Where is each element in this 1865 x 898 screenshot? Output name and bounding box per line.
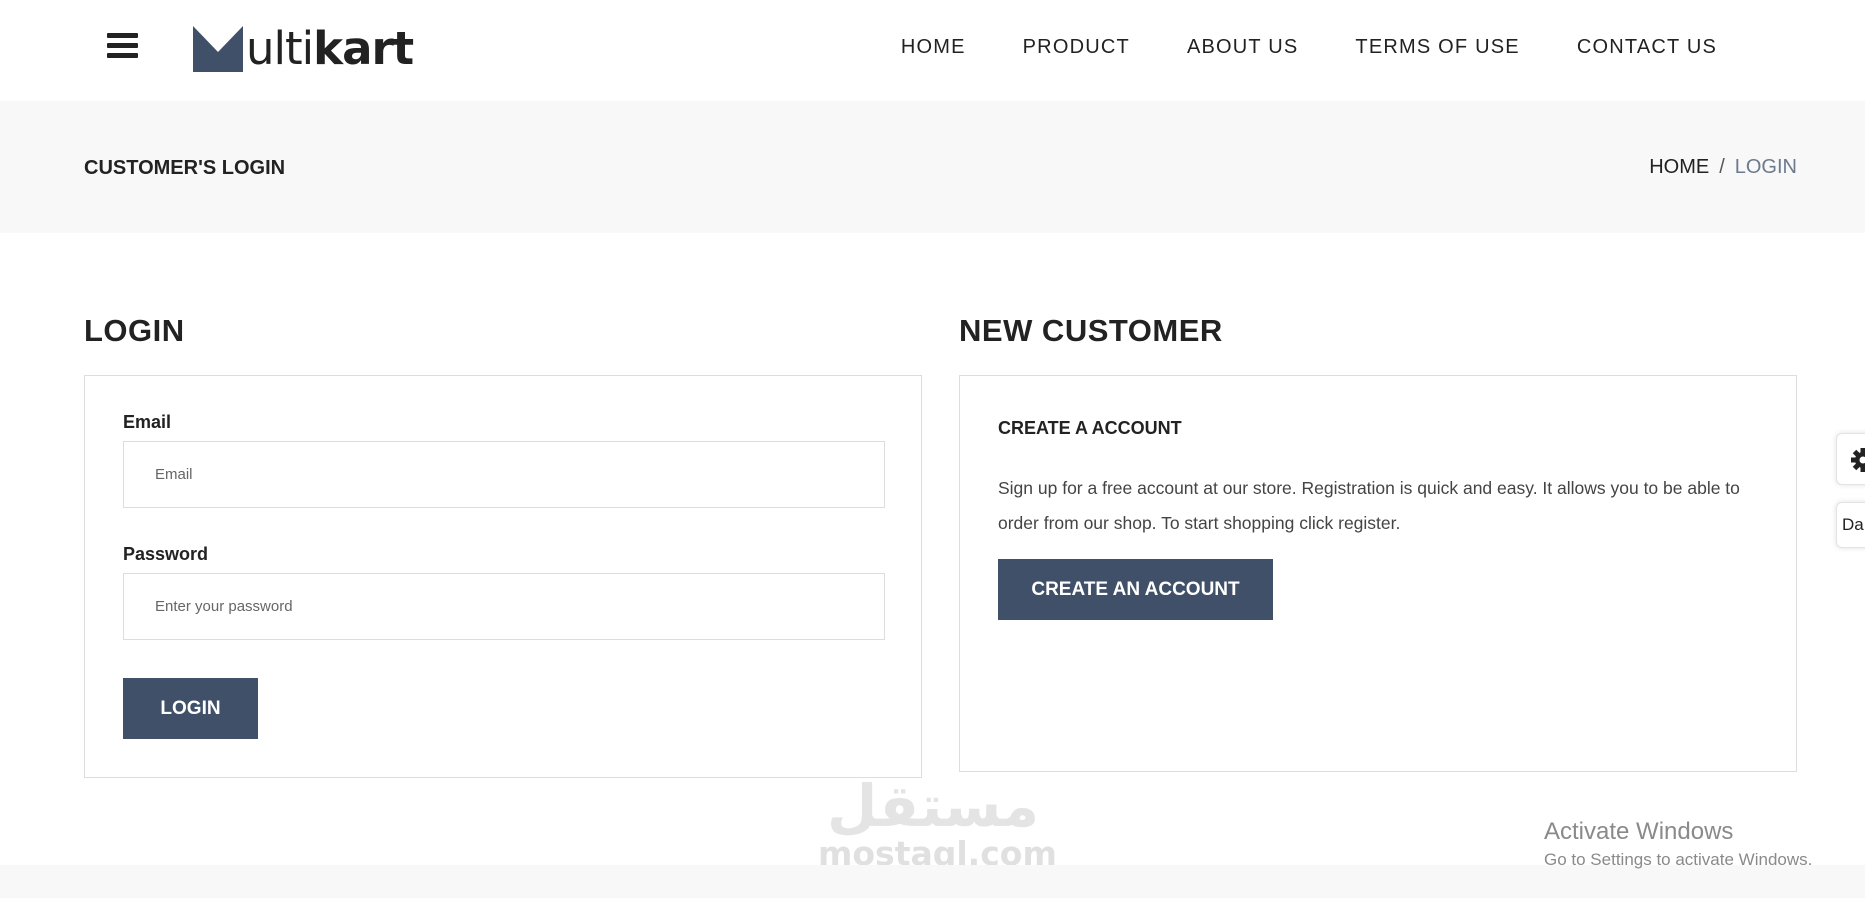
logo[interactable]: ultikart	[193, 22, 414, 75]
gear-icon	[1851, 448, 1865, 472]
breadcrumb-separator: /	[1719, 156, 1725, 178]
activate-windows-watermark: Activate Windows Go to Settings to activ…	[1544, 818, 1812, 870]
breadcrumb-bar: CUSTOMER'S LOGIN HOME / LOGIN	[0, 101, 1865, 233]
main-nav: HOME PRODUCT ABOUT US TERMS OF USE CONTA…	[901, 36, 1717, 59]
breadcrumb-current: LOGIN	[1734, 156, 1797, 178]
email-field[interactable]	[123, 441, 885, 508]
create-account-subheading: CREATE A ACCOUNT	[998, 418, 1182, 438]
create-account-button[interactable]: CREATE AN ACCOUNT	[998, 559, 1273, 620]
hamburger-menu-icon[interactable]	[107, 33, 138, 61]
nav-home[interactable]: HOME	[901, 36, 966, 59]
nav-terms-of-use[interactable]: TERMS OF USE	[1355, 36, 1519, 59]
logo-text: ultikart	[246, 22, 414, 75]
settings-tab[interactable]	[1836, 433, 1865, 485]
login-box: Email Password LOGIN	[84, 375, 922, 778]
new-customer-description: Sign up for a free account at our store.…	[998, 478, 1740, 533]
nav-product[interactable]: PRODUCT	[1023, 36, 1130, 59]
email-label: Email	[123, 412, 172, 432]
dark-mode-tab[interactable]: Da	[1836, 502, 1865, 548]
breadcrumb: HOME / LOGIN	[1649, 156, 1797, 179]
new-customer-box: CREATE A ACCOUNT Sign up for a free acco…	[959, 375, 1797, 772]
logo-m-icon	[193, 26, 243, 72]
mostaql-arabic-text: مستقل	[826, 772, 1040, 840]
login-button[interactable]: LOGIN	[123, 678, 258, 739]
new-customer-heading: NEW CUSTOMER	[959, 313, 1223, 348]
breadcrumb-home-link[interactable]: HOME	[1649, 156, 1709, 179]
password-field[interactable]	[123, 573, 885, 640]
page-title: CUSTOMER'S LOGIN	[84, 157, 286, 179]
site-header: ultikart HOME PRODUCT ABOUT US TERMS OF …	[0, 0, 1865, 101]
nav-contact-us[interactable]: CONTACT US	[1577, 36, 1717, 59]
login-heading: LOGIN	[84, 313, 185, 348]
nav-about-us[interactable]: ABOUT US	[1187, 36, 1298, 59]
password-label: Password	[123, 544, 209, 564]
activate-windows-title: Activate Windows	[1544, 818, 1734, 845]
activate-windows-subtitle: Go to Settings to activate Windows.	[1544, 850, 1813, 869]
